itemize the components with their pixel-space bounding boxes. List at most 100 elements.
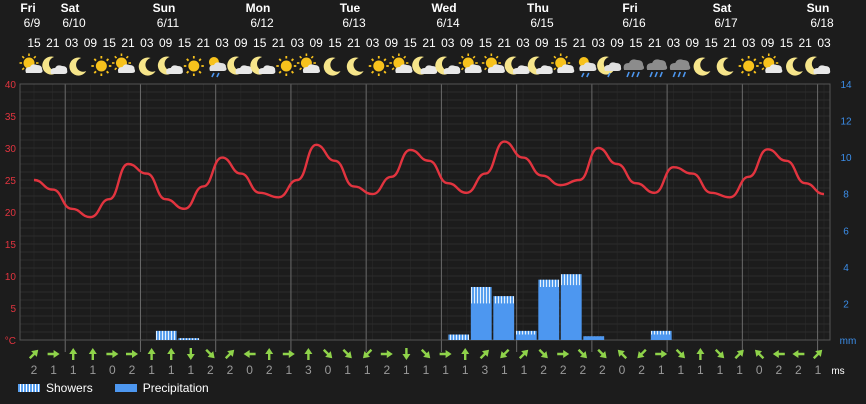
hour-label: 21	[272, 36, 286, 50]
wind-speed: 1	[521, 363, 528, 377]
sun-icon	[276, 56, 297, 76]
rain-cloud-icon	[646, 59, 668, 78]
day-date: 6/18	[810, 16, 834, 30]
precipitation-bar	[538, 286, 560, 340]
wind-speed: 1	[442, 363, 449, 377]
wind-arrow	[147, 348, 156, 360]
hour-labels: 15 21 03 09 15 21 03 09 15 21 03 09 15 21 03 09 15 21 03 09…	[27, 36, 831, 50]
sun-ray	[761, 55, 765, 59]
sun-ray	[278, 58, 282, 62]
moon-icon	[693, 57, 711, 76]
wind-arrow-shape	[557, 350, 570, 358]
day-date: 6/11	[157, 16, 180, 30]
hour-label: 15	[27, 36, 41, 50]
sun-icon	[91, 56, 112, 76]
wind-arrow	[265, 348, 274, 360]
hour-label: 03	[441, 36, 455, 50]
wind-arrow	[282, 350, 295, 358]
hour-label: 15	[554, 36, 568, 50]
left-axis-tick: 25	[5, 176, 17, 187]
partly-cloudy-day-icon	[19, 53, 43, 73]
cloud-shape	[50, 65, 68, 74]
left-axis-tick: 10	[5, 272, 17, 283]
wind-speed: 0	[109, 363, 116, 377]
sun-ray	[114, 55, 118, 59]
wind-speed: 1	[148, 363, 155, 377]
wind-speed: 3	[481, 363, 488, 377]
day-name: Wed	[431, 1, 456, 15]
sun-ray	[495, 55, 499, 59]
wind-arrow	[322, 348, 333, 359]
rain-drop	[581, 72, 585, 78]
wind-arrow	[754, 349, 765, 360]
wind-arrow	[538, 348, 548, 359]
wind-arrow-shape	[265, 348, 274, 360]
wind-arrow	[577, 348, 588, 359]
day-name: Sat	[61, 1, 80, 15]
wind-arrow-shape	[402, 348, 411, 360]
plot-grid	[20, 83, 830, 352]
day-date: 6/9	[24, 16, 41, 30]
wind-speed: 0	[756, 363, 763, 377]
sun-ray	[299, 55, 303, 59]
showers-bar	[155, 330, 177, 340]
wind-speed: 1	[89, 363, 96, 377]
wind-arrow-shape	[792, 350, 805, 358]
sun-ray	[198, 58, 202, 62]
rain-cloud-icon	[669, 59, 691, 78]
hour-label: 09	[686, 36, 700, 50]
wind-arrow-shape	[637, 348, 647, 359]
hour-label: 03	[592, 36, 606, 50]
cloud-shape	[235, 65, 253, 74]
wind-speed: 1	[815, 363, 822, 377]
cloud-shape	[604, 62, 622, 71]
sun-icon	[368, 56, 389, 76]
hour-label: 03	[366, 36, 380, 50]
sun-icon	[738, 56, 759, 76]
precipitation-bar	[493, 303, 515, 340]
wind-arrow-shape	[147, 348, 156, 360]
wind-speed: 1	[736, 363, 743, 377]
hour-label: 09	[159, 36, 173, 50]
wind-speed: 2	[638, 363, 645, 377]
wind-arrow	[714, 348, 725, 359]
wind-arrow-shape	[461, 348, 470, 360]
partly-cloudy-night-icon	[227, 56, 253, 75]
wind-speed: 2	[383, 363, 390, 377]
sun-ray	[460, 55, 464, 59]
wind-arrow-shape	[518, 349, 529, 360]
wind-arrow-shape	[304, 348, 313, 360]
hour-label: 21	[648, 36, 662, 50]
wind-speed: 2	[795, 363, 802, 377]
rain-drop	[672, 71, 677, 78]
moon-icon	[716, 57, 734, 76]
hour-label: 21	[799, 36, 813, 50]
wind-speed: 1	[344, 363, 351, 377]
day-name: Mon	[246, 1, 271, 15]
hour-label: 09	[234, 36, 248, 50]
left-axis-tick: 40	[5, 80, 17, 91]
cloud-shape	[512, 65, 530, 74]
wind-arrow	[597, 348, 607, 359]
wind-speed: 2	[560, 363, 567, 377]
sun-icon	[183, 56, 204, 76]
weather-icons	[19, 53, 831, 78]
day-name: Sat	[713, 1, 732, 15]
showers-day-icon	[208, 57, 227, 78]
partly-cloudy-night-icon	[805, 56, 831, 75]
hour-label: 03	[817, 36, 831, 50]
wind-arrow-shape	[617, 349, 628, 360]
wind-speed: 1	[697, 363, 704, 377]
moon-shape	[69, 57, 87, 76]
partly-cloudy-night-icon	[250, 56, 276, 75]
wind-arrow	[47, 350, 60, 358]
hour-label: 21	[422, 36, 436, 50]
precipitation-bar	[650, 334, 672, 340]
sun-ray	[553, 55, 557, 59]
wind-arrow	[675, 348, 686, 359]
left-axis-unit: °C	[5, 336, 16, 347]
wind-speed: 1	[423, 363, 430, 377]
hour-label: 15	[328, 36, 342, 50]
moon-icon	[786, 57, 803, 76]
wind-arrow	[402, 348, 411, 360]
